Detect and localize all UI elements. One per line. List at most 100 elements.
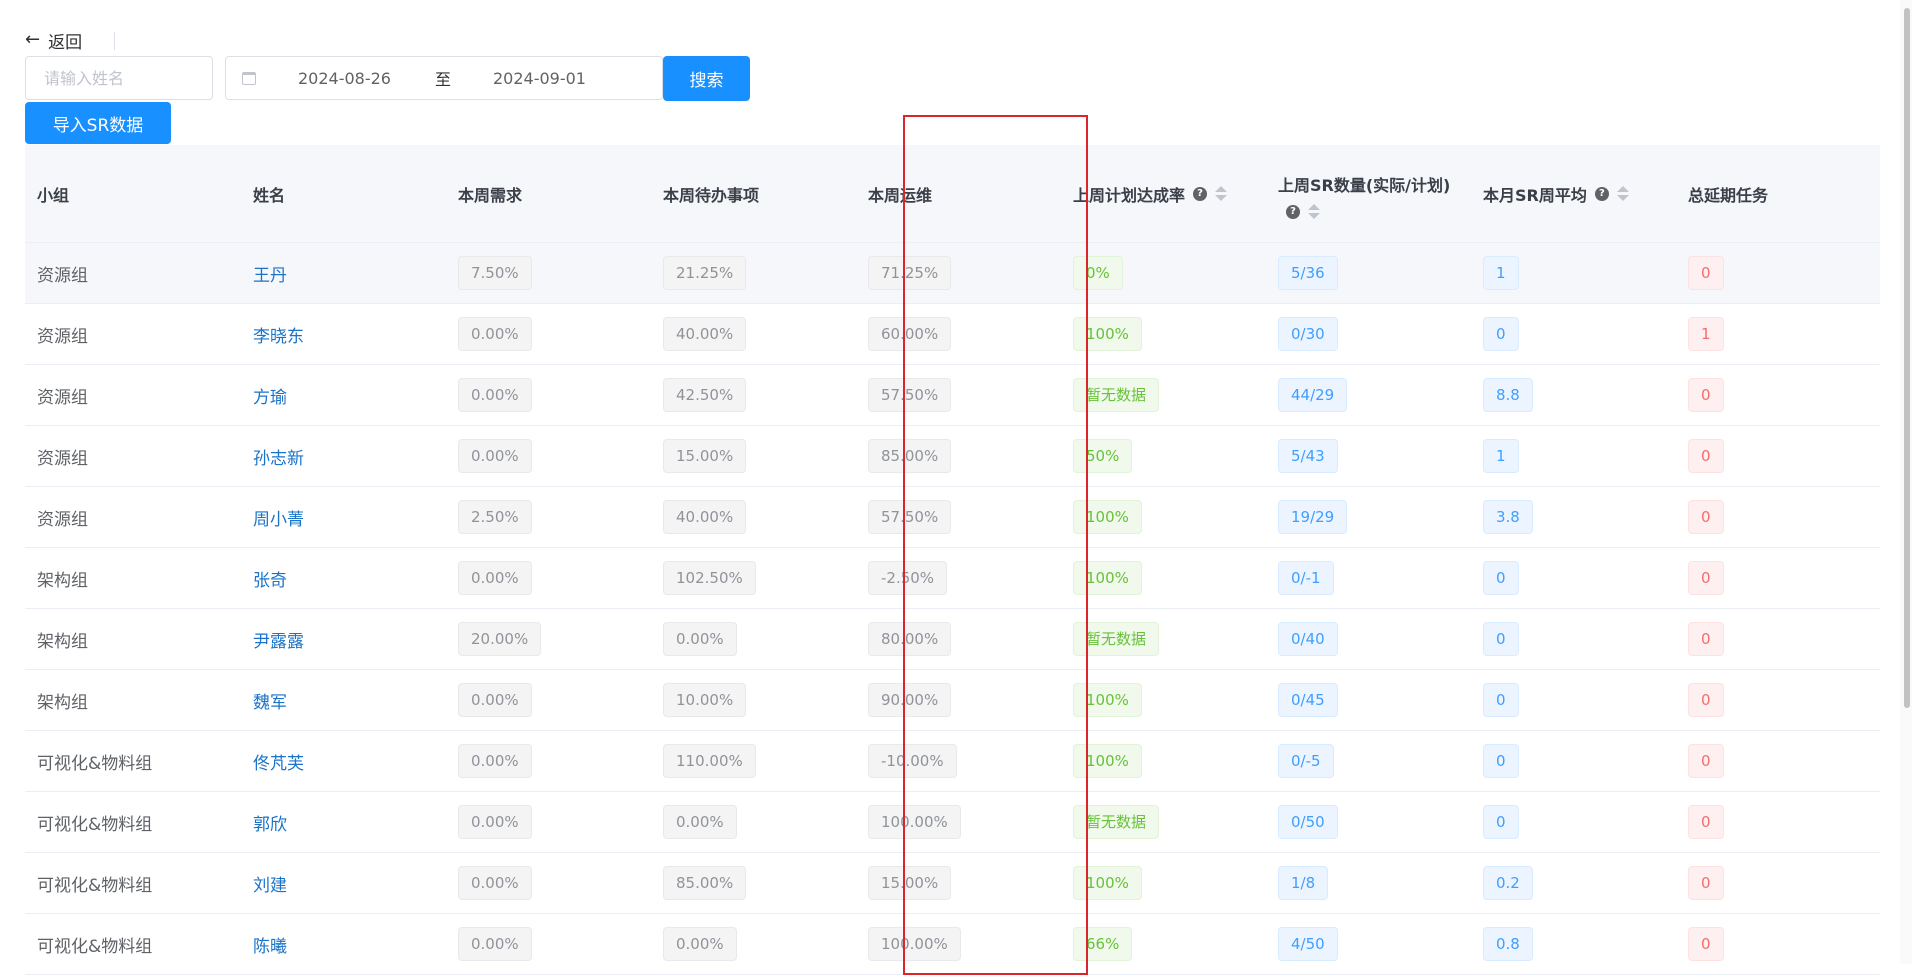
member-name-link[interactable]: 魏军	[253, 688, 287, 713]
todo-tag: 15.00%	[663, 439, 747, 473]
table-row[interactable]: 资源组 李晓东 0.00% 40.00% 60.00% 100% 0/30 0 1	[25, 304, 1880, 365]
member-name-link[interactable]: 陈曦	[253, 932, 287, 957]
demand-cell: 0.00%	[458, 304, 532, 364]
question-icon[interactable]: ?	[1594, 186, 1609, 201]
sr-count-tag: 0/30	[1278, 317, 1338, 351]
ops-tag: 57.50%	[868, 378, 952, 412]
sr-count-tag: 19/29	[1278, 500, 1348, 534]
group-cell: 资源组	[37, 509, 88, 530]
sort-icon[interactable]	[1215, 186, 1228, 201]
plan-rate-cell: 暂无数据	[1073, 365, 1160, 425]
table-row[interactable]: 资源组 孙志新 0.00% 15.00% 85.00% 50% 5/43 1 0	[25, 426, 1880, 487]
sort-icon[interactable]	[1308, 204, 1320, 219]
ops-tag: -2.50%	[868, 561, 948, 595]
sr-avg-cell: 0	[1483, 792, 1519, 852]
demand-tag: 0.00%	[458, 378, 532, 412]
col-header-label: 上周计划达成率	[1073, 185, 1186, 205]
sort-icon[interactable]	[1616, 186, 1629, 201]
member-name-link[interactable]: 李晓东	[253, 322, 304, 347]
table-row[interactable]: 可视化&物料组 陈曦 0.00% 0.00% 100.00% 66% 4/50 0.8 0	[25, 914, 1880, 975]
ops-cell: 100.00%	[868, 792, 961, 852]
sr-avg-tag: 0.2	[1483, 866, 1533, 900]
ops-tag: 15.00%	[868, 866, 952, 900]
demand-cell: 7.50%	[458, 243, 532, 303]
table-body: 资源组 王丹 7.50% 21.25% 71.25% 0% 5/36 1 0 资源组 李晓东 0.00…	[25, 243, 1880, 975]
col-header-plan-rate[interactable]: 上周计划达成率 ?	[1073, 145, 1228, 242]
col-header-sr-avg[interactable]: 本月SR周平均 ?	[1483, 145, 1629, 242]
col-header-sr-count[interactable]: 上周SR数量(实际/计划) ?	[1278, 145, 1450, 242]
ops-cell: 85.00%	[868, 426, 952, 486]
table-row[interactable]: 可视化&物料组 刘建 0.00% 85.00% 15.00% 100% 1/8 0.2 0	[25, 853, 1880, 914]
sr-avg-cell: 1	[1483, 426, 1519, 486]
demand-tag: 0.00%	[458, 805, 532, 839]
member-name-link[interactable]: 郭欣	[253, 810, 287, 835]
back-link[interactable]: ← 返回	[25, 28, 82, 53]
todo-cell: 85.00%	[663, 853, 747, 913]
question-icon[interactable]: ?	[1286, 204, 1300, 219]
scrollbar-thumb[interactable]	[1904, 8, 1910, 708]
ops-cell: 71.25%	[868, 243, 952, 303]
group-cell: 架构组	[37, 692, 88, 713]
sr-avg-cell: 0	[1483, 731, 1519, 791]
col-header-label: 小组	[37, 185, 70, 205]
member-name-link[interactable]: 孙志新	[253, 444, 304, 469]
question-icon[interactable]: ?	[1193, 186, 1208, 201]
sr-count-cell: 19/29	[1278, 487, 1348, 547]
plan-rate-cell: 50%	[1073, 426, 1133, 486]
member-name-link[interactable]: 张奇	[253, 566, 287, 591]
table-row[interactable]: 可视化&物料组 郭欣 0.00% 0.00% 100.00% 暂无数据 0/50 0 0	[25, 792, 1880, 853]
member-name-cell: 尹露露	[253, 609, 304, 669]
table-row[interactable]: 架构组 张奇 0.00% 102.50% -2.50% 100% 0/-1 0 0	[25, 548, 1880, 609]
table-row[interactable]: 架构组 魏军 0.00% 10.00% 90.00% 100% 0/45 0 0	[25, 670, 1880, 731]
group-cell: 资源组	[37, 265, 88, 286]
table-row[interactable]: 资源组 周小菁 2.50% 40.00% 57.50% 100% 19/29 3.8 0	[25, 487, 1880, 548]
import-sr-button[interactable]: 导入SR数据	[25, 102, 171, 144]
ops-cell: 57.50%	[868, 487, 952, 547]
ops-tag: -10.00%	[868, 744, 957, 778]
demand-cell: 0.00%	[458, 426, 532, 486]
name-search-input[interactable]	[25, 56, 213, 100]
group-cell: 架构组	[37, 609, 88, 669]
table-row[interactable]: 资源组 方瑜 0.00% 42.50% 57.50% 暂无数据 44/29 8.8 0	[25, 365, 1880, 426]
demand-cell: 0.00%	[458, 365, 532, 425]
sr-avg-tag: 0	[1483, 622, 1519, 656]
ops-cell: -10.00%	[868, 731, 957, 791]
todo-cell: 40.00%	[663, 304, 747, 364]
member-name-link[interactable]: 方瑜	[253, 383, 287, 408]
sr-count-cell: 5/36	[1278, 243, 1338, 303]
sr-count-tag: 0/40	[1278, 622, 1338, 656]
todo-cell: 21.25%	[663, 243, 747, 303]
sr-avg-tag: 1	[1483, 256, 1519, 290]
date-range-picker[interactable]: 2024-08-26 至 2024-09-01	[225, 56, 663, 100]
delayed-tag: 0	[1688, 378, 1724, 412]
sr-count-tag: 0/-5	[1278, 744, 1334, 778]
sr-avg-cell: 1	[1483, 243, 1519, 303]
member-name-cell: 陈曦	[253, 914, 287, 974]
member-name-link[interactable]: 刘建	[253, 871, 287, 896]
member-name-link[interactable]: 王丹	[253, 261, 287, 286]
member-name-link[interactable]: 佟芃芙	[253, 749, 304, 774]
todo-tag: 102.50%	[663, 561, 756, 595]
todo-cell: 42.50%	[663, 365, 747, 425]
ops-tag: 100.00%	[868, 805, 961, 839]
table-row[interactable]: 可视化&物料组 佟芃芙 0.00% 110.00% -10.00% 100% 0/-5 0 0	[25, 731, 1880, 792]
table-row[interactable]: 资源组 王丹 7.50% 21.25% 71.25% 0% 5/36 1 0	[25, 243, 1880, 304]
todo-tag: 85.00%	[663, 866, 747, 900]
demand-tag: 0.00%	[458, 561, 532, 595]
date-start[interactable]: 2024-08-26	[298, 69, 391, 88]
date-end[interactable]: 2024-09-01	[493, 69, 586, 88]
table-row[interactable]: 架构组 尹露露 20.00% 0.00% 80.00% 暂无数据 0/40 0 0	[25, 609, 1880, 670]
plan-rate-cell: 100%	[1073, 304, 1142, 364]
sr-count-cell: 1/8	[1278, 853, 1329, 913]
sr-avg-tag: 3.8	[1483, 500, 1533, 534]
demand-tag: 20.00%	[458, 622, 542, 656]
member-name-link[interactable]: 尹露露	[253, 627, 304, 652]
group-cell: 架构组	[37, 631, 88, 652]
ops-tag: 85.00%	[868, 439, 952, 473]
ops-cell: 100.00%	[868, 914, 961, 974]
group-cell: 资源组	[37, 387, 88, 408]
member-name-link[interactable]: 周小菁	[253, 505, 304, 530]
plan-rate-tag: 100%	[1073, 561, 1142, 595]
plan-rate-tag: 暂无数据	[1073, 622, 1160, 656]
search-button[interactable]: 搜索	[663, 56, 750, 101]
